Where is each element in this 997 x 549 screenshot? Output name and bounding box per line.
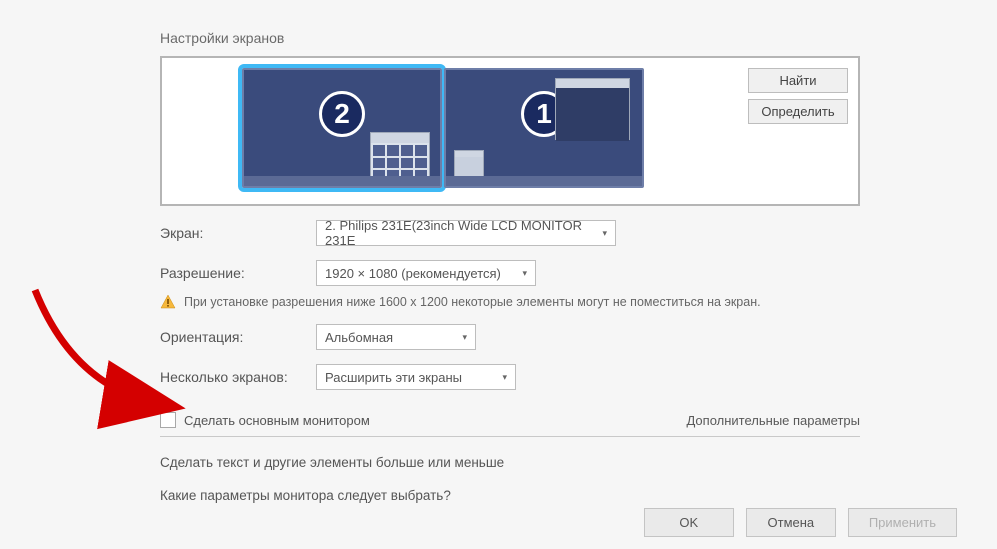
display-arrangement-area[interactable]: 2 1 Найти Определить (160, 56, 860, 206)
monitor-help-link[interactable]: Какие параметры монитора следует выбрать… (160, 488, 860, 503)
multiple-displays-value: Расширить эти экраны (325, 370, 462, 385)
chevron-down-icon: ▾ (602, 228, 607, 239)
text-size-link[interactable]: Сделать текст и другие элементы больше и… (160, 455, 860, 470)
primary-monitor-label: Сделать основным монитором (184, 413, 370, 428)
advanced-settings-link[interactable]: Дополнительные параметры (686, 413, 860, 428)
orientation-select-value: Альбомная (325, 330, 393, 345)
screen-label: Экран: (160, 225, 316, 241)
screen-select-value: 2. Philips 231E(23inch Wide LCD MONITOR … (325, 218, 592, 248)
chevron-down-icon: ▾ (502, 372, 507, 383)
orientation-label: Ориентация: (160, 329, 316, 345)
resolution-select-value: 1920 × 1080 (рекомендуется) (325, 266, 501, 281)
resolution-warning-text: При установке разрешения ниже 1600 x 120… (184, 295, 761, 309)
screen-select[interactable]: 2. Philips 231E(23inch Wide LCD MONITOR … (316, 220, 616, 246)
section-title: Настройки экранов (160, 30, 860, 46)
monitor-2[interactable]: 2 (242, 68, 442, 188)
cancel-button[interactable]: Отмена (746, 508, 836, 537)
apply-button: Применить (848, 508, 957, 537)
monitor-1[interactable]: 1 (444, 68, 644, 188)
monitor-2-number: 2 (319, 91, 365, 137)
find-button[interactable]: Найти (748, 68, 848, 93)
resolution-select[interactable]: 1920 × 1080 (рекомендуется) ▾ (316, 260, 536, 286)
multiple-displays-label: Несколько экранов: (160, 369, 316, 385)
media-window-icon (555, 78, 630, 140)
orientation-select[interactable]: Альбомная ▾ (316, 324, 476, 350)
divider (160, 436, 860, 437)
chevron-down-icon: ▾ (462, 332, 467, 343)
ok-button[interactable]: OK (644, 508, 734, 537)
primary-monitor-checkbox[interactable] (160, 412, 176, 428)
multiple-displays-select[interactable]: Расширить эти экраны ▾ (316, 364, 516, 390)
identify-button[interactable]: Определить (748, 99, 848, 124)
warning-icon (160, 294, 176, 310)
resolution-label: Разрешение: (160, 265, 316, 281)
chevron-down-icon: ▾ (522, 268, 527, 279)
